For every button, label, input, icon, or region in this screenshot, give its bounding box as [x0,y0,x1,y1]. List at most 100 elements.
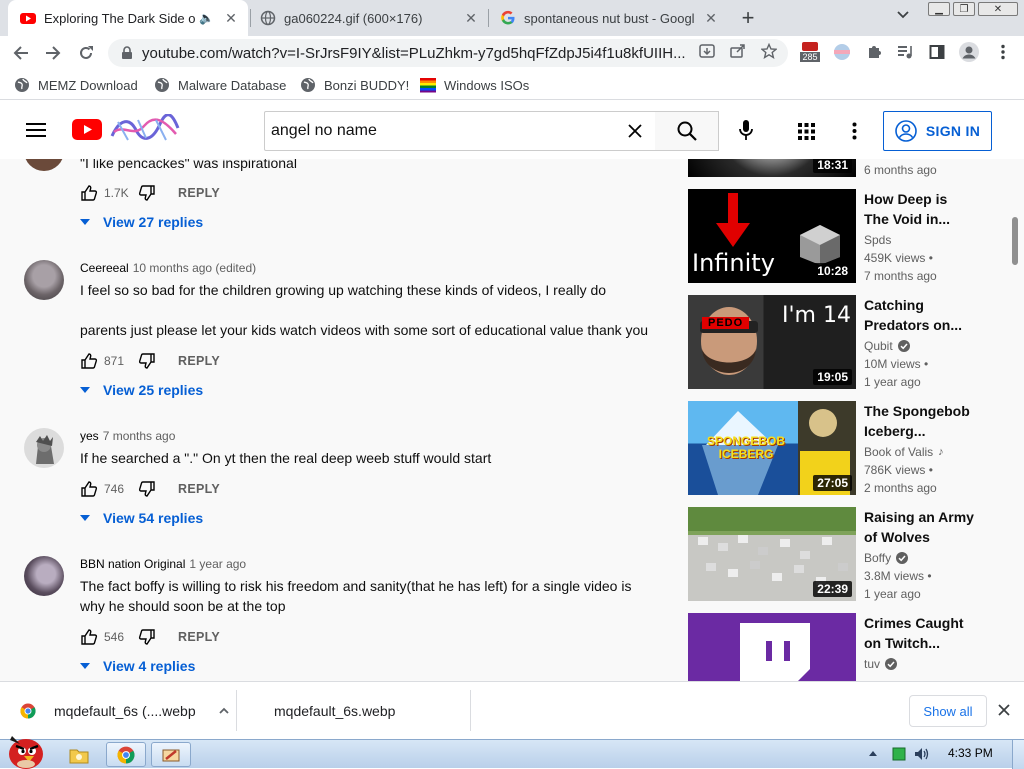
video-thumbnail[interactable]: 22:39 [688,507,856,601]
profile-avatar-icon[interactable] [959,42,979,62]
close-tab-icon[interactable]: ✕ [702,9,720,27]
commenter-avatar[interactable] [24,428,64,468]
install-app-icon[interactable] [698,42,716,60]
thumbs-up-icon[interactable] [80,184,98,202]
address-bar[interactable]: youtube.com/watch?v=I-SrJrsF9IY&list=PLu… [108,39,788,67]
chrome-taskbar-button[interactable] [106,742,146,767]
tab-google[interactable]: spontaneous nut bust - Googl ✕ [488,0,728,36]
thumbs-up-icon[interactable] [80,628,98,646]
thumbs-down-icon[interactable] [138,480,156,498]
hamburger-menu-icon[interactable] [26,122,46,138]
tray-expand-icon[interactable] [868,749,878,759]
channel-name[interactable]: tuv [864,657,898,671]
app-taskbar-button[interactable] [151,742,191,767]
close-tab-icon[interactable]: ✕ [462,9,480,27]
channel-name[interactable]: Book of Valis ♪ [864,445,944,459]
recommended-video[interactable]: Crimes Caught on Twitch... tuv [688,613,988,681]
video-thumbnail[interactable]: SPONGEBOB ICEBERG 27:05 [688,401,856,495]
scrollbar-thumb[interactable] [1012,217,1018,265]
url-text[interactable]: youtube.com/watch?v=I-SrJrsF9IY&list=PLu… [142,45,697,62]
side-panel-icon[interactable] [927,42,947,62]
video-thumbnail[interactable]: 18:31 [688,159,856,177]
recommended-video[interactable]: 22:39 Raising an Army of Wolves Boffy 3.… [688,507,988,602]
channel-name[interactable]: Boffy [864,551,909,565]
volume-tray-icon[interactable] [914,747,930,761]
comment-author[interactable]: yes [80,429,99,443]
apps-grid-icon[interactable] [798,123,816,141]
extension-flag-icon[interactable] [832,42,852,62]
show-all-downloads-button[interactable]: Show all [909,695,987,727]
channel-label[interactable]: Spds [864,233,891,247]
tab-gif[interactable]: ga060224.gif (600×176) ✕ [248,0,488,36]
close-tab-icon[interactable]: ✕ [222,9,240,27]
page-scrollbar[interactable] [1009,159,1024,681]
thumbs-up-icon[interactable] [80,352,98,370]
video-title[interactable]: Crimes Caught on Twitch... [864,613,976,653]
new-tab-button[interactable]: + [736,5,760,30]
video-thumbnail[interactable] [688,613,856,681]
lock-icon[interactable] [120,46,134,60]
bookmark-malware-database[interactable]: Malware Database [154,76,286,94]
comment-time[interactable]: 10 months ago (edited) [133,261,256,275]
reply-button[interactable]: REPLY [178,186,220,200]
view-replies-button[interactable]: View 27 replies [78,212,203,232]
speaker-icon[interactable]: 🔈 [199,11,214,25]
search-button[interactable] [655,111,719,151]
commenter-avatar[interactable] [24,159,64,171]
youtube-logo-icon[interactable] [72,119,102,140]
explorer-taskbar-icon[interactable] [62,742,96,767]
view-replies-button[interactable]: View 25 replies [78,380,203,400]
thumbs-down-icon[interactable] [138,628,156,646]
recommended-video[interactable]: Infinity 10:28 How Deep is The Void in..… [688,189,988,284]
close-shelf-icon[interactable] [998,704,1012,718]
forward-arrow-icon[interactable] [40,40,66,66]
clear-search-icon[interactable] [625,121,645,141]
reply-button[interactable]: REPLY [178,354,220,368]
back-arrow-icon[interactable] [8,40,34,66]
search-input[interactable]: angel no name [271,122,625,140]
recommended-video[interactable]: SPONGEBOB ICEBERG 27:05 The Spongebob Ic… [688,401,988,496]
video-title[interactable]: Catching Predators on... [864,295,976,335]
comment-author[interactable]: Ceereeal [80,261,129,275]
recommended-video[interactable]: 18:31 6 months ago [688,159,988,178]
taskbar-clock[interactable]: 4:33 PM [948,746,993,760]
video-thumbnail[interactable]: PEDO I'm 14 19:05 [688,295,856,389]
recommended-video[interactable]: PEDO I'm 14 19:05 Catching Predators on.… [688,295,988,390]
bookmark-windows-isos[interactable]: Windows ISOs [420,76,529,94]
channel-label[interactable]: tuv [864,657,880,671]
channel-label[interactable]: Book of Valis [864,445,933,459]
bookmark-star-icon[interactable] [760,42,778,60]
share-icon[interactable] [729,42,747,60]
channel-name[interactable]: Qubit [864,339,910,353]
microphone-icon[interactable] [738,120,756,142]
reply-button[interactable]: REPLY [178,482,220,496]
download-item[interactable]: mqdefault_6s (....webp [0,682,236,739]
commenter-avatar[interactable] [24,260,64,300]
download-item[interactable]: mqdefault_6s.webp [236,682,470,739]
channel-name[interactable]: Spds [864,233,891,247]
bookmark-bonzi-buddy[interactable]: Bonzi BUDDY! [300,76,409,94]
media-queue-icon[interactable] [895,42,915,62]
video-title[interactable]: Raising an Army of Wolves [864,507,976,547]
extensions-puzzle-icon[interactable] [864,42,884,62]
view-replies-button[interactable]: View 54 replies [78,508,203,528]
tab-youtube[interactable]: Exploring The Dark Side of 🔈 ✕ [8,0,248,36]
commenter-avatar[interactable] [24,556,64,596]
sign-in-button[interactable]: SIGN IN [883,111,992,151]
tab-search-chevron-icon[interactable] [896,10,914,26]
extension-calendar-icon[interactable]: 285 [800,42,820,62]
comment-author[interactable]: BBN nation Original [80,557,185,571]
browser-menu-icon[interactable] [993,42,1013,62]
thumbs-down-icon[interactable] [138,352,156,370]
start-button-angry-bird-icon[interactable] [2,732,52,769]
comment-time[interactable]: 1 year ago [189,557,246,571]
show-desktop-button[interactable] [1012,740,1024,769]
video-title[interactable]: The Spongebob Iceberg... [864,401,976,441]
minimize-window-button[interactable]: ▁ [928,2,950,16]
youtube-doodle-logo[interactable] [108,114,180,144]
reload-icon[interactable] [73,40,99,66]
settings-more-icon[interactable] [852,122,858,140]
bookmark-memz[interactable]: MEMZ Download [14,76,138,94]
video-title[interactable]: How Deep is The Void in... [864,189,976,229]
video-thumbnail[interactable]: Infinity 10:28 [688,189,856,283]
